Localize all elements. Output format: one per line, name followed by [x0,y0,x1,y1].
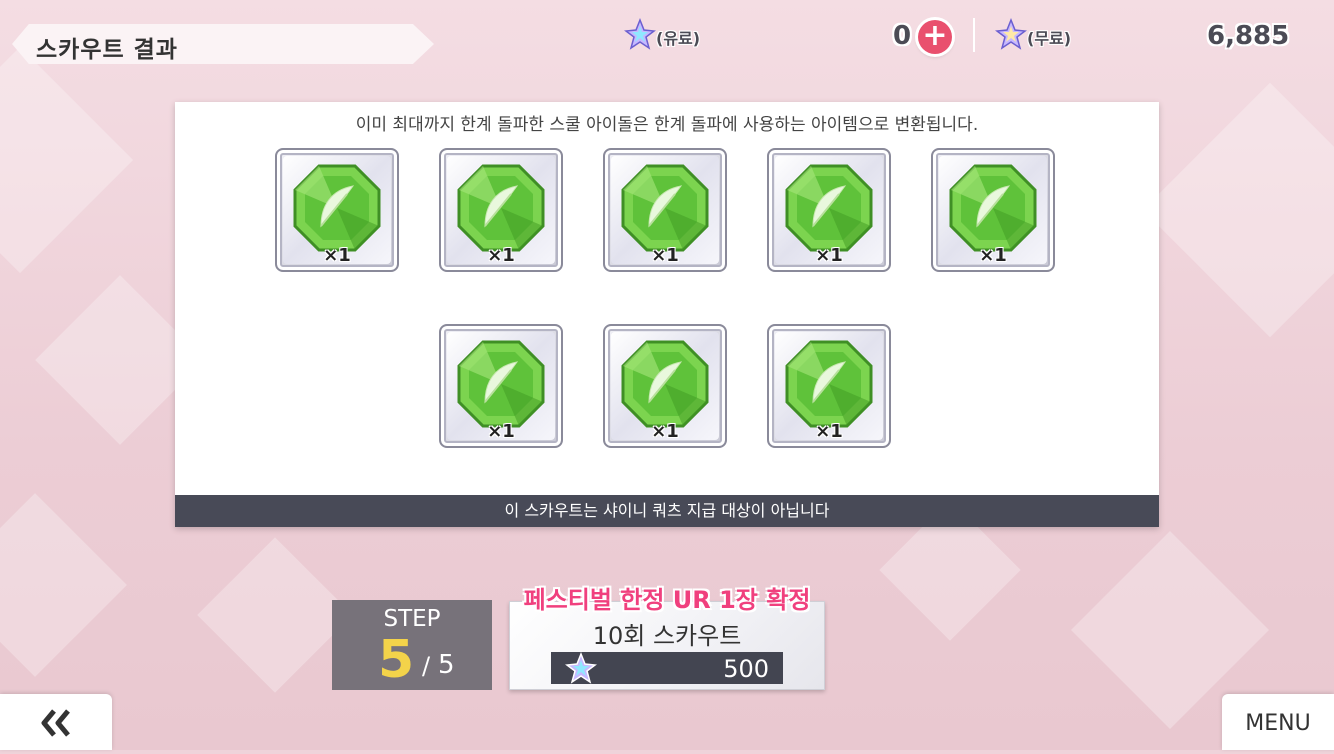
item-quantity: ×1 [323,245,351,266]
add-currency-button[interactable]: + [918,20,952,54]
result-item-card[interactable]: ×1 [603,324,727,448]
item-quantity: ×1 [651,245,679,266]
result-item-card[interactable]: ×1 [767,324,891,448]
menu-button[interactable]: MENU [1222,694,1334,750]
result-item-card[interactable]: ×1 [439,148,563,272]
paid-star-gem-icon [624,18,656,50]
step-indicator: STEP 5 / 5 [332,600,492,690]
free-currency-count: 6,885 [1207,21,1290,51]
result-item-card[interactable]: ×1 [603,148,727,272]
plus-icon: + [922,18,948,53]
paid-currency-count: 0 [893,21,912,51]
free-currency-label: (무료) [1027,29,1072,48]
conversion-notice: 이미 최대까지 한계 돌파한 스쿨 아이돌은 한계 돌파에 사용하는 아이템으로… [355,115,979,135]
free-star-gem-icon [995,18,1027,50]
item-quantity: ×1 [815,421,843,442]
result-item-card[interactable]: ×1 [931,148,1055,272]
star-gem-icon [565,652,597,684]
scout-cost-value: 500 [723,655,769,683]
currency-divider [973,18,975,52]
scout-cost-bar: 500 [551,652,783,684]
step-total: 5 [438,650,455,680]
paid-currency-label: (유료) [656,29,701,48]
step-current: 5 [378,630,415,690]
result-item-card[interactable]: ×1 [767,148,891,272]
item-quantity: ×1 [979,245,1007,266]
double-chevron-left-icon [41,709,70,737]
step-label: STEP [383,606,441,632]
step-separator: / [422,652,431,680]
shiny-quartz-notice: 이 스카우트는 샤이니 쿼츠 지급 대상이 아닙니다 [175,495,1159,527]
item-quantity: ×1 [487,245,515,266]
item-quantity: ×1 [815,245,843,266]
scout-button-label: 10회 스카우트 [592,622,742,650]
result-panel: 이미 최대까지 한계 돌파한 스쿨 아이돌은 한계 돌파에 사용하는 아이템으로… [175,102,1159,527]
result-item-card[interactable]: ×1 [439,324,563,448]
festival-guarantee-banner: 페스티벌 한정 UR 1장 확정 [523,586,811,614]
page-title: 스카우트 결과 [36,37,178,63]
item-quantity: ×1 [487,421,515,442]
result-item-card[interactable]: ×1 [275,148,399,272]
item-quantity: ×1 [651,421,679,442]
back-button[interactable] [0,694,112,750]
